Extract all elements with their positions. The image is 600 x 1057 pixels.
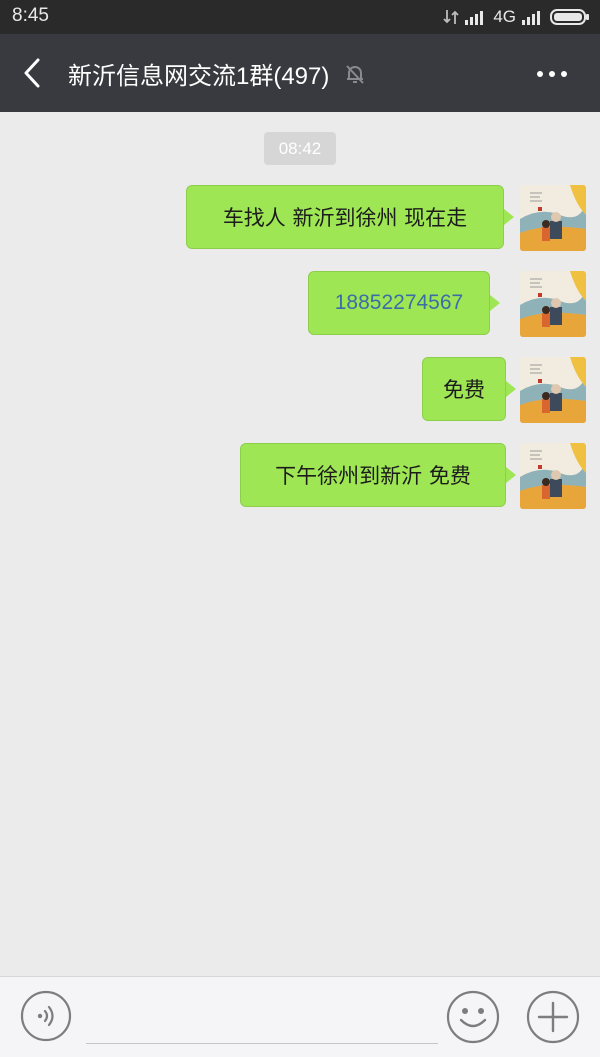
bubble-tail bbox=[504, 209, 514, 225]
status-bar: 8:45 4G bbox=[0, 0, 600, 34]
chat-header: 新沂信息网交流1群(497) bbox=[0, 34, 600, 112]
status-icons: 4G bbox=[443, 6, 590, 28]
message-row: 车找人 新沂到徐州 现在走 bbox=[186, 185, 586, 251]
phone-number-link[interactable]: 18852274567 bbox=[335, 291, 463, 315]
back-arrow-icon bbox=[24, 58, 40, 88]
avatar[interactable] bbox=[520, 443, 586, 509]
signal-icon bbox=[465, 11, 484, 25]
message-bubble[interactable]: 车找人 新沂到徐州 现在走 bbox=[186, 185, 504, 249]
avatar[interactable] bbox=[520, 185, 586, 251]
message-row: 下午徐州到新沂 免费 bbox=[240, 443, 586, 509]
signal-icon bbox=[522, 11, 540, 25]
battery-icon bbox=[550, 9, 589, 25]
bubble-tail bbox=[490, 295, 500, 311]
message-text: 下午徐州到新沂 免费 bbox=[275, 464, 471, 488]
avatar[interactable] bbox=[520, 357, 586, 423]
avatar[interactable] bbox=[520, 271, 586, 337]
more-dots-icon bbox=[537, 71, 567, 77]
network-type: 4G bbox=[493, 7, 516, 26]
message-bubble[interactable]: 下午徐州到新沂 免费 bbox=[240, 443, 506, 507]
message-timestamp: 08:42 bbox=[264, 132, 336, 165]
message-input[interactable] bbox=[86, 989, 438, 1044]
bubble-tail bbox=[506, 381, 516, 397]
emoji-icon bbox=[446, 990, 500, 1044]
message-text: 免费 bbox=[443, 378, 485, 402]
status-time: 8:45 bbox=[12, 5, 49, 26]
message-bubble[interactable]: 18852274567 bbox=[308, 271, 490, 335]
message-row: 免费 bbox=[422, 357, 586, 423]
muted-bell-icon bbox=[343, 62, 367, 86]
message-bubble[interactable]: 免费 bbox=[422, 357, 506, 421]
plus-icon bbox=[526, 990, 580, 1044]
back-button[interactable] bbox=[18, 54, 50, 92]
message-list[interactable]: 08:42 车找人 新沂到徐州 现在走 18852274567 免费 下午徐州到… bbox=[0, 112, 600, 976]
more-actions-button[interactable] bbox=[526, 990, 580, 1044]
voice-icon bbox=[20, 990, 72, 1042]
more-button[interactable] bbox=[532, 60, 572, 88]
bubble-tail bbox=[506, 467, 516, 483]
voice-button[interactable] bbox=[20, 990, 72, 1042]
emoji-button[interactable] bbox=[446, 990, 500, 1044]
data-arrows-icon bbox=[443, 10, 459, 24]
message-text: 车找人 新沂到徐州 现在走 bbox=[222, 206, 468, 230]
chat-title: 新沂信息网交流1群(497) bbox=[68, 63, 330, 90]
message-row: 18852274567 bbox=[308, 271, 586, 337]
message-composer bbox=[0, 976, 600, 1057]
